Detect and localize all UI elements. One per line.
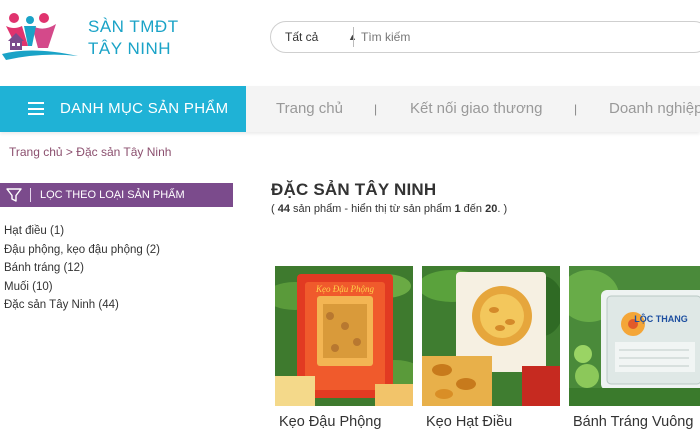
- filter-header-divider: [30, 188, 31, 202]
- nav-separator: |: [374, 102, 378, 116]
- search-category-value: Tất cả: [285, 30, 319, 44]
- product-name[interactable]: Bánh Tráng Vuông: [569, 414, 700, 430]
- summary-total: 44: [277, 203, 290, 215]
- filter-item-muoi[interactable]: Muối (10): [4, 278, 160, 297]
- product-card[interactable]: Kẹo Đậu Phộng Kẹo Đậu Phộng: [275, 266, 415, 430]
- filter-item-banh-trang[interactable]: Bánh tráng (12): [4, 259, 160, 278]
- summary-open: (: [271, 203, 278, 215]
- filter-header: LỌC THEO LOẠI SẢN PHẨM: [0, 183, 233, 207]
- breadcrumb-current[interactable]: Đặc sản Tây Ninh: [76, 145, 171, 159]
- brand-line-1: SÀN TMĐT: [88, 17, 179, 36]
- summary-close: . ): [497, 203, 508, 215]
- logo-icon: [2, 13, 78, 60]
- main-nav: DANH MỤC SẢN PHẨM Trang chủ | Kết nối gi…: [0, 86, 700, 132]
- summary-to-word: đến: [460, 203, 486, 215]
- search-category-select[interactable]: Tất cả ▲: [285, 22, 357, 52]
- nav-separator: |: [574, 102, 578, 116]
- nav-item-business[interactable]: Doanh nghiệp: [609, 86, 700, 132]
- search-input[interactable]: [361, 26, 691, 48]
- product-card[interactable]: LỘC THANG Bánh Tráng Vuông: [569, 266, 700, 430]
- package-text: Kẹo Đậu Phộng: [315, 284, 374, 294]
- product-category-button[interactable]: DANH MỤC SẢN PHẨM: [0, 86, 246, 132]
- hamburger-menu-icon: [28, 102, 44, 115]
- product-image-keo-dau-phong[interactable]: Kẹo Đậu Phộng: [275, 266, 413, 406]
- product-category-label: DANH MỤC SẢN PHẨM: [60, 100, 229, 117]
- brand-line-2: TÂY NINH: [88, 39, 172, 58]
- search-bar: Tất cả ▲: [270, 21, 700, 53]
- summary-to: 20: [485, 203, 498, 215]
- search-divider: [353, 27, 354, 47]
- filter-funnel-icon: [6, 188, 22, 202]
- site-header: SÀN TMĐT TÂY NINH Tất cả ▲: [0, 0, 700, 80]
- result-summary: ( 44 sản phẩm - hiển thị từ sản phẩm 1 đ…: [271, 203, 507, 215]
- product-image-banh-trang-vuong[interactable]: LỘC THANG: [569, 266, 700, 406]
- brand-name[interactable]: SÀN TMĐT TÂY NINH: [88, 16, 179, 60]
- page-title: ĐẶC SẢN TÂY NINH: [271, 180, 437, 199]
- logo[interactable]: [2, 6, 82, 68]
- filter-item-dau-phong[interactable]: Đậu phộng, kẹo đậu phộng (2): [4, 241, 160, 260]
- filter-title: LỌC THEO LOẠI SẢN PHẨM: [40, 189, 185, 201]
- filter-item-hat-dieu[interactable]: Hạt điều (1): [4, 222, 160, 241]
- summary-mid: sản phẩm - hiển thị từ sản phẩm: [289, 203, 455, 215]
- nav-item-trade-connect[interactable]: Kết nối giao thương: [410, 86, 542, 132]
- breadcrumb-home[interactable]: Trang chủ: [9, 145, 63, 159]
- package-text: LỘC THANG: [634, 313, 688, 324]
- product-card[interactable]: Kẹo Hạt Điều: [422, 266, 562, 430]
- product-image-keo-hat-dieu[interactable]: [422, 266, 560, 406]
- product-name[interactable]: Kẹo Hạt Điều: [422, 414, 562, 430]
- filter-list: Hạt điều (1) Đậu phộng, kẹo đậu phộng (2…: [4, 222, 160, 315]
- breadcrumb-separator: >: [62, 145, 77, 159]
- nav-item-home[interactable]: Trang chủ: [276, 86, 343, 132]
- breadcrumb: Trang chủ > Đặc sản Tây Ninh: [9, 145, 171, 159]
- product-name[interactable]: Kẹo Đậu Phộng: [275, 414, 415, 430]
- filter-item-dac-san[interactable]: Đặc sản Tây Ninh (44): [4, 296, 160, 315]
